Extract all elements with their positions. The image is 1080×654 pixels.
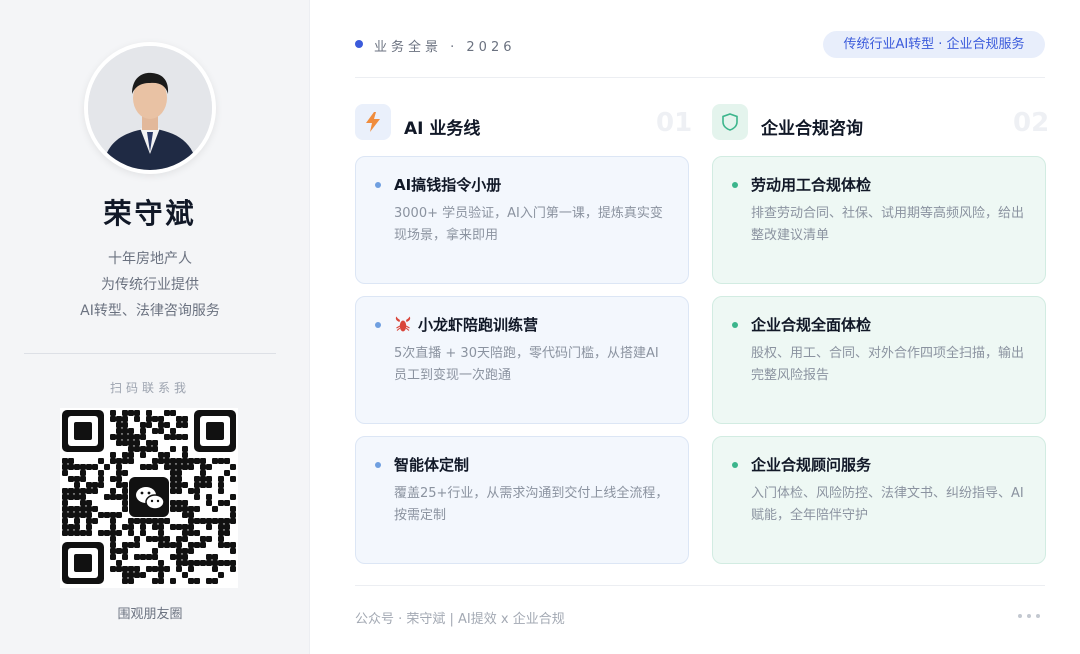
business-overview-page: 荣守斌 十年房地产人 为传统行业提供 AI转型、法律咨询服务 扫码联系我 围观朋… <box>0 0 1080 654</box>
more-dots-icon[interactable] <box>1018 614 1040 618</box>
bio-line-3: AI转型、法律咨询服务 <box>80 303 220 319</box>
column-title-compliance: 企业合规咨询 <box>761 119 863 139</box>
avatar <box>84 42 216 174</box>
card-title: 企业合规全面体检 <box>751 315 872 334</box>
header-dot <box>355 40 363 48</box>
card-description: 入门体检、风险防控、法律文书、纠纷指导、AI赋能，全年陪伴守护 <box>751 486 1024 523</box>
profile-panel: 荣守斌 十年房地产人 为传统行业提供 AI转型、法律咨询服务 扫码联系我 围观朋… <box>0 0 310 654</box>
service-card-agent-custom[interactable]: 智能体定制 覆盖25+行业，从需求沟通到交付上线全流程，按需定制 <box>355 436 689 564</box>
bio-line-2: 为传统行业提供 <box>101 277 199 293</box>
service-card-labor-check[interactable]: 劳动用工合规体检 排查劳动合同、社保、试用期等高频风险，给出整改建议清单 <box>712 156 1046 284</box>
service-card-full-check[interactable]: 企业合规全面体检 股权、用工、合同、对外合作四项全扫描，输出完整风险报告 <box>712 296 1046 424</box>
bullet-dot <box>732 182 738 188</box>
wechat-qr-code[interactable] <box>60 408 238 588</box>
card-description: 5次直播 + 30天陪跑，零代码门槛，从搭建AI员工到变现一次跑通 <box>394 346 659 383</box>
bullet-dot <box>732 462 738 468</box>
bio-line-1: 十年房地产人 <box>108 251 192 267</box>
card-title: 智能体定制 <box>394 455 470 474</box>
shield-icon <box>712 104 748 140</box>
header-tag: 传统行业AI转型 · 企业合规服务 <box>823 31 1045 58</box>
bullet-dot <box>375 462 381 468</box>
bullet-dot <box>732 322 738 328</box>
service-card-advisor[interactable]: 企业合规顾问服务 入门体检、风险防控、法律文书、纠纷指导、AI赋能，全年陪伴守护 <box>712 436 1046 564</box>
profile-name: 荣守斌 <box>103 197 197 230</box>
top-divider <box>355 77 1045 78</box>
divider <box>24 353 276 354</box>
footer-text: 公众号 · 荣守斌 | AI提效 x 企业合规 <box>355 612 565 627</box>
scan-label: 扫码联系我 <box>109 381 190 395</box>
card-description: 股权、用工、合同、对外合作四项全扫描，输出完整风险报告 <box>751 346 1025 383</box>
qr-code-icon <box>62 410 236 584</box>
card-title: 企业合规顾问服务 <box>751 455 872 474</box>
lobster-icon <box>395 316 411 332</box>
header-label: 业务全景 · 2026 <box>374 40 516 55</box>
card-description: 覆盖25+行业，从需求沟通到交付上线全流程，按需定制 <box>394 486 669 523</box>
column-title-ai: AI 业务线 <box>404 119 481 139</box>
column-number-compliance: 02 <box>1013 108 1050 138</box>
service-card-ai-booklet[interactable]: AI搞钱指令小册 3000+ 学员验证，AI入门第一课，提炼真实变现场景，拿来即… <box>355 156 689 284</box>
qr-caption: 围观朋友圈 <box>117 607 183 622</box>
card-title: 小龙虾陪跑训练营 <box>418 315 539 334</box>
card-description: 排查劳动合同、社保、试用期等高频风险，给出整改建议清单 <box>751 206 1025 243</box>
card-description: 3000+ 学员验证，AI入门第一课，提炼真实变现场景，拿来即用 <box>394 206 663 243</box>
lightning-icon <box>355 104 391 140</box>
column-number-ai: 01 <box>656 108 693 138</box>
card-title: AI搞钱指令小册 <box>394 175 502 194</box>
service-card-lobster-camp[interactable]: 小龙虾陪跑训练营 5次直播 + 30天陪跑，零代码门槛，从搭建AI员工到变现一次… <box>355 296 689 424</box>
bullet-dot <box>375 182 381 188</box>
card-title: 劳动用工合规体检 <box>751 175 872 194</box>
bottom-divider <box>355 585 1045 586</box>
bullet-dot <box>375 322 381 328</box>
avatar-photo <box>88 46 212 170</box>
